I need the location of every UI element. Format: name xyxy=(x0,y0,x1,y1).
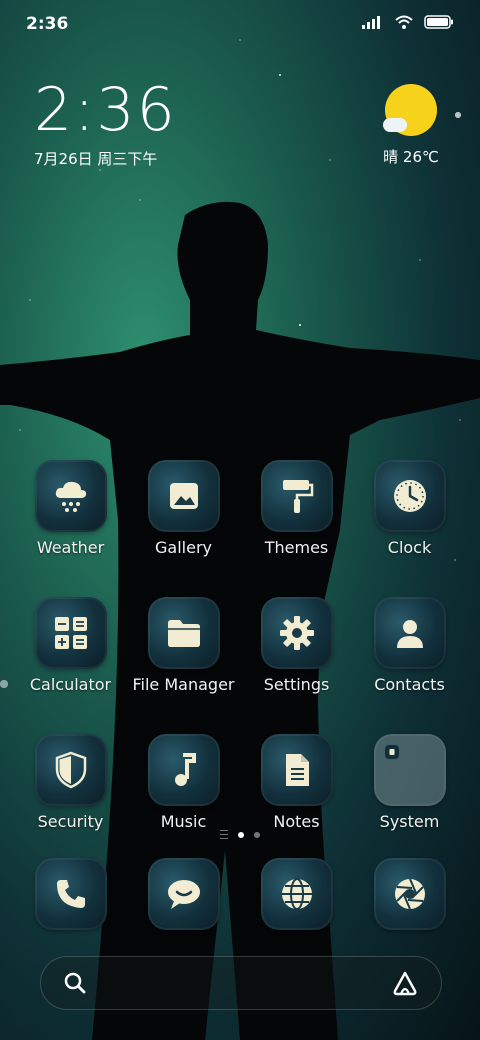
battery-icon xyxy=(424,15,453,29)
chat-bubble-icon xyxy=(167,880,200,909)
app-settings[interactable]: Settings xyxy=(240,597,353,694)
app-label: Notes xyxy=(273,812,320,831)
app-calculator[interactable]: Calculator xyxy=(14,597,127,694)
app-contacts[interactable]: Contacts xyxy=(353,597,466,694)
signal-icon xyxy=(362,16,380,29)
dock-browser[interactable] xyxy=(240,858,353,930)
clock-widget[interactable]: 2:36 7月26日 周三下午 xyxy=(34,80,177,169)
widget-time: 2:36 xyxy=(34,75,177,145)
dock-camera[interactable] xyxy=(353,858,466,930)
assistant-icon[interactable] xyxy=(391,970,419,996)
app-label: Gallery xyxy=(155,538,212,557)
app-music[interactable]: Music xyxy=(127,734,240,831)
search-icon[interactable] xyxy=(63,971,87,995)
app-grid: Weather Gallery Themes Clock Calculator … xyxy=(14,460,466,831)
sunny-cloud-icon xyxy=(383,84,437,136)
gear-icon xyxy=(279,616,314,650)
page-indicator[interactable] xyxy=(0,830,480,839)
weather-widget[interactable]: 晴 26℃ xyxy=(376,84,446,167)
clock-icon xyxy=(393,480,426,512)
dock-messages[interactable] xyxy=(127,858,240,930)
folder-icon xyxy=(167,620,200,647)
app-weather[interactable]: Weather xyxy=(14,460,127,557)
calculator-icon xyxy=(54,617,87,649)
search-bar[interactable] xyxy=(40,956,442,1010)
app-file-manager[interactable]: File Manager xyxy=(127,597,240,694)
wifi-icon xyxy=(395,15,413,29)
dock xyxy=(14,858,466,930)
music-note-icon xyxy=(174,753,196,786)
document-icon xyxy=(285,754,309,786)
app-label: Themes xyxy=(264,538,329,557)
app-label: Security xyxy=(37,812,104,831)
snow-cloud-icon xyxy=(55,481,86,512)
menu-lines-icon xyxy=(220,830,228,839)
app-security[interactable]: Security xyxy=(14,734,127,831)
aperture-icon xyxy=(394,878,425,910)
app-label: Weather xyxy=(36,538,105,557)
app-label: Contacts xyxy=(374,675,445,694)
page-dot-active xyxy=(238,831,244,838)
image-icon xyxy=(169,483,198,509)
app-system-folder[interactable]: System xyxy=(353,734,466,831)
globe-icon xyxy=(281,878,312,910)
app-label: Music xyxy=(160,812,207,831)
app-label: Settings xyxy=(263,675,330,694)
page-dot xyxy=(254,831,260,838)
person-icon xyxy=(396,620,423,648)
shield-icon xyxy=(55,751,86,789)
widget-date: 7月26日 周三下午 xyxy=(34,150,158,168)
status-time: 2:36 xyxy=(26,14,69,34)
app-label: Clock xyxy=(387,538,432,557)
paint-roller-icon xyxy=(282,480,313,513)
phone-icon xyxy=(56,880,85,908)
app-themes[interactable]: Themes xyxy=(240,460,353,557)
app-clock[interactable]: Clock xyxy=(353,460,466,557)
app-notes[interactable]: Notes xyxy=(240,734,353,831)
app-label: File Manager xyxy=(132,675,235,694)
dock-phone[interactable] xyxy=(14,858,127,930)
folder-group-icon xyxy=(384,745,399,759)
status-bar: 2:36 xyxy=(0,0,480,50)
app-gallery[interactable]: Gallery xyxy=(127,460,240,557)
weather-text: 晴 26℃ xyxy=(383,148,439,166)
app-label: Calculator xyxy=(29,675,112,694)
app-label: System xyxy=(379,812,440,831)
